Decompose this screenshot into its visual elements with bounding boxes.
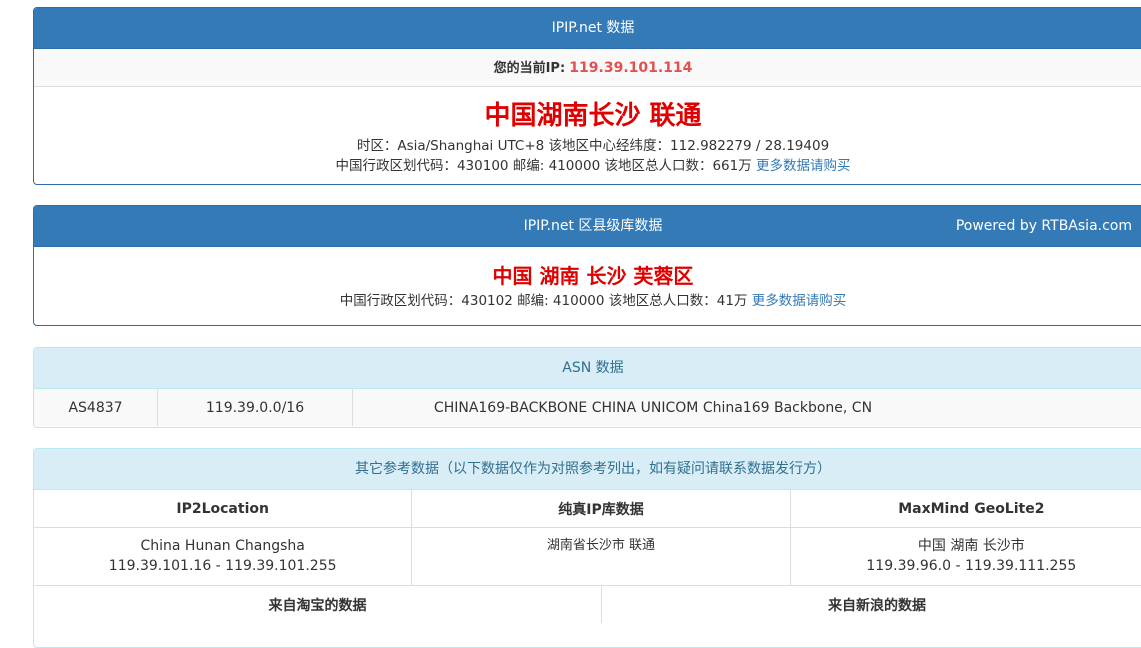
- district-title-text: IPIP.net 区县级库数据: [523, 218, 663, 234]
- current-ip-label: 您的当前IP:: [493, 61, 566, 76]
- ip2location-range: 119.39.101.16 - 119.39.101.255: [108, 558, 337, 574]
- ipip-location-block: 中国湖南长沙 联通 时区：Asia/Shanghai UTC+8 该地区中心经纬…: [34, 87, 1141, 176]
- other-data-row: China Hunan Changsha 119.39.101.16 - 119…: [34, 528, 1141, 586]
- district-buy-more-link[interactable]: 更多数据请购买: [752, 293, 847, 309]
- asn-row: AS4837 119.39.0.0/16 CHINA169-BACKBONE C…: [34, 389, 1141, 426]
- current-ip-row: 您的当前IP: 119.39.101.114: [34, 49, 1141, 87]
- other-data-panel: 其它参考数据（以下数据仅作为对照参考列出，如有疑问请联系数据发行方） IP2Lo…: [33, 448, 1141, 648]
- asn-panel-title: ASN 数据: [34, 348, 1141, 389]
- timezone-line: 时区：Asia/Shanghai UTC+8 该地区中心经纬度：112.9822…: [356, 138, 830, 154]
- maxmind-location: 中国 湖南 长沙市: [917, 538, 1025, 554]
- asn-number[interactable]: AS4837: [34, 389, 158, 426]
- asn-prefix: 119.39.0.0/16: [158, 389, 353, 426]
- ip2location-cell: China Hunan Changsha 119.39.101.16 - 119…: [34, 528, 413, 585]
- asn-name: CHINA169-BACKBONE CHINA UNICOM China169 …: [433, 399, 873, 416]
- district-admin-line: 中国行政区划代码：430102 邮编: 410000 该地区总人口数：41万 更…: [34, 291, 1141, 311]
- header-taobao: 来自淘宝的数据: [34, 586, 602, 623]
- district-location: 中国 湖南 长沙 芙蓉区: [492, 264, 694, 288]
- ipip-panel: IPIP.net 数据 您的当前IP: 119.39.101.114 中国湖南长…: [33, 7, 1141, 185]
- header-ip2location: IP2Location: [34, 490, 413, 527]
- ip2location-location: China Hunan Changsha: [140, 538, 305, 554]
- buy-more-link[interactable]: 更多数据请购买: [756, 158, 851, 174]
- current-ip-value: 119.39.101.114: [569, 60, 693, 76]
- asn-panel: ASN 数据 AS4837 119.39.0.0/16 CHINA169-BAC…: [33, 347, 1141, 428]
- header-chunzhen: 纯真IP库数据: [412, 490, 791, 527]
- district-panel-title: IPIP.net 区县级库数据 Powered by RTBAsia.com: [34, 206, 1141, 247]
- admin-line: 中国行政区划代码：430100 邮编: 410000 该地区总人口数：661万 …: [34, 156, 1141, 176]
- maxmind-cell: 中国 湖南 长沙市 119.39.96.0 - 119.39.111.255: [791, 528, 1141, 585]
- district-location-block: 中国 湖南 长沙 芙蓉区 中国行政区划代码：430102 邮编: 410000 …: [34, 247, 1141, 311]
- header-sina: 来自新浪的数据: [827, 597, 926, 614]
- other-header-row: IP2Location 纯真IP库数据 MaxMind GeoLite2: [34, 490, 1141, 528]
- other-header-row-2: 来自淘宝的数据 来自新浪的数据: [34, 586, 1141, 623]
- maxmind-range: 119.39.96.0 - 119.39.111.255: [866, 558, 1077, 574]
- district-panel: IPIP.net 区县级库数据 Powered by RTBAsia.com 中…: [33, 205, 1141, 326]
- powered-by-link[interactable]: Powered by RTBAsia.com: [956, 206, 1132, 247]
- chunzhen-location: 湖南省长沙市 联通: [546, 538, 656, 553]
- district-admin-text: 中国行政区划代码：430102 邮编: 410000 该地区总人口数：41万: [339, 293, 748, 309]
- ipip-location: 中国湖南长沙 联通: [484, 101, 702, 131]
- other-data-title: 其它参考数据（以下数据仅作为对照参考列出，如有疑问请联系数据发行方）: [34, 449, 1141, 490]
- header-maxmind: MaxMind GeoLite2: [898, 500, 1045, 517]
- admin-code-text: 中国行政区划代码：430100 邮编: 410000 该地区总人口数：661万: [335, 158, 752, 174]
- chunzhen-cell: 湖南省长沙市 联通: [412, 528, 791, 585]
- ipip-panel-title: IPIP.net 数据: [34, 8, 1141, 49]
